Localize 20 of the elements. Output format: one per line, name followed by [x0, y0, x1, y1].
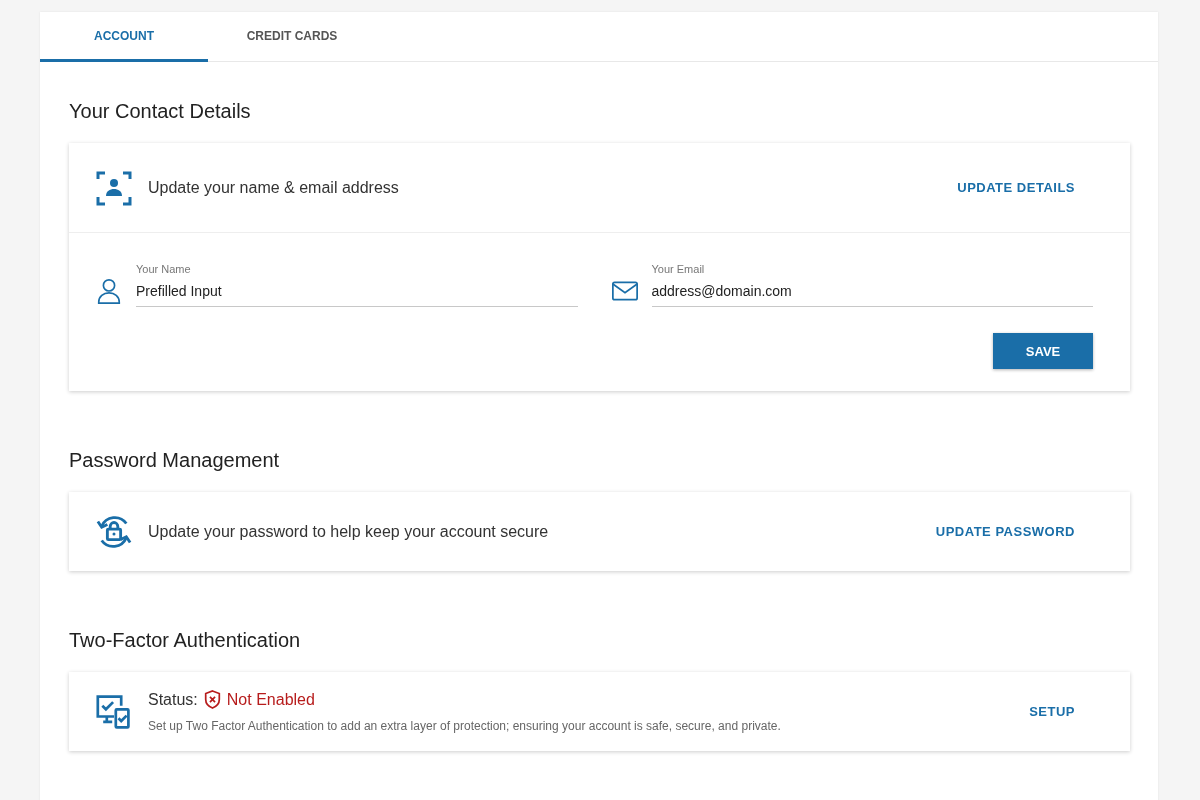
section-title: Your Contact Details — [68, 99, 252, 124]
description: Update your password to help keep your account secure — [148, 522, 550, 541]
action-link[interactable]: UPDATE PASSWORD — [935, 518, 1075, 545]
section-title: Two-Factor Authentication — [68, 628, 302, 653]
action-link[interactable]: SETUP — [1029, 698, 1075, 725]
description: Set up Two Factor Authentication to add an extra layer of protection; ensuring your account is safe, secure, and private. — [148, 719, 782, 733]
status-label: Status: — [148, 690, 198, 709]
field-label: Your Name — [136, 263, 192, 275]
description: Update your name & email address — [148, 178, 400, 197]
person-icon — [96, 277, 122, 305]
text-field[interactable]: address@domain.com — [651, 283, 1093, 307]
save-button[interactable]: SAVE — [993, 333, 1093, 369]
action-link[interactable]: UPDATE DETAILS — [957, 174, 1075, 201]
tab[interactable]: CREDIT CARDS — [208, 12, 376, 62]
tab[interactable]: ACCOUNT — [40, 12, 208, 62]
status-value: Not Enabled — [226, 690, 315, 709]
section-title: Password Management — [68, 448, 281, 473]
text-field[interactable]: Prefilled Input — [136, 283, 578, 307]
field-label: Your Email — [651, 263, 706, 275]
monitor-check-icon — [96, 692, 132, 731]
